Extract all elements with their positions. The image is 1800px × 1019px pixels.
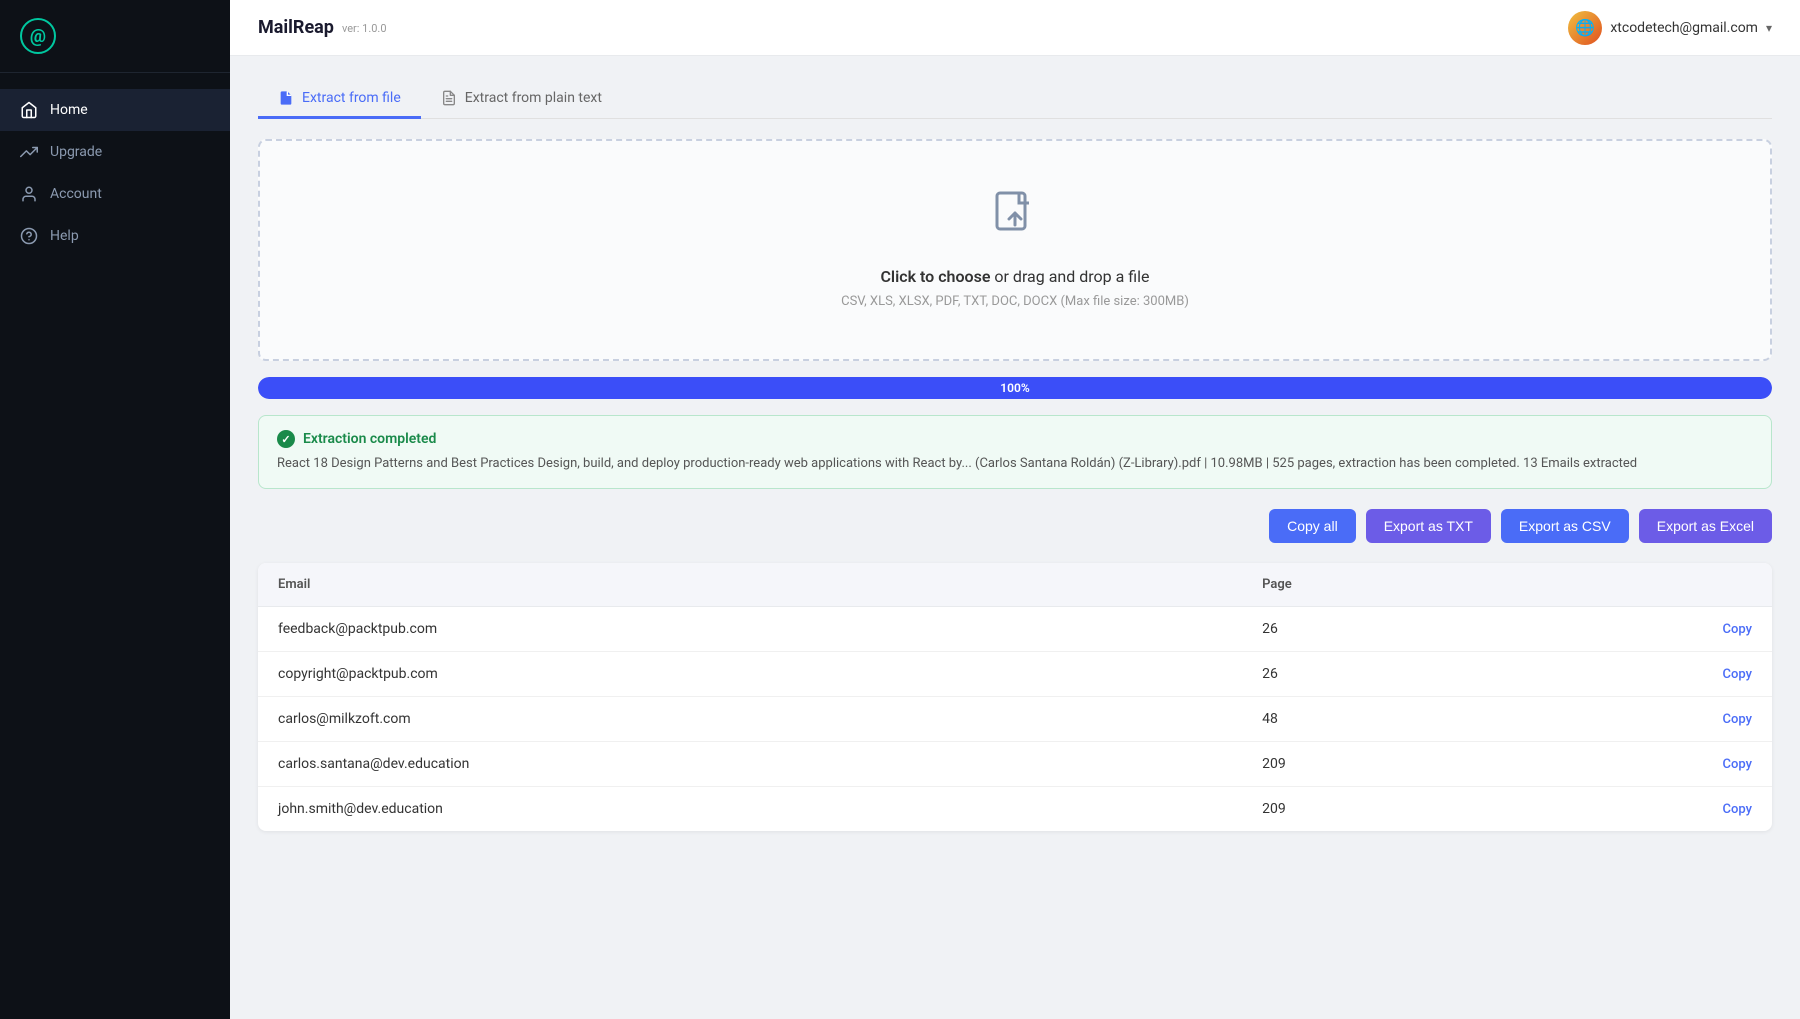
cell-email: copyright@packtpub.com <box>258 651 1242 696</box>
email-table-body: feedback@packtpub.com 26 Copy copyright@… <box>258 606 1772 831</box>
cell-copy: Copy <box>1545 786 1772 831</box>
avatar: 🌐 <box>1568 11 1602 45</box>
account-icon <box>20 185 38 203</box>
sidebar-item-account[interactable]: Account <box>0 173 230 215</box>
dropzone-hint: CSV, XLS, XLSX, PDF, TXT, DOC, DOCX (Max… <box>841 294 1189 309</box>
extraction-status-title-text: Extraction completed <box>303 431 436 447</box>
copy-row-button[interactable]: Copy <box>1723 712 1752 727</box>
tab-extract-text-label: Extract from plain text <box>465 90 602 106</box>
user-email: xtcodetech@gmail.com <box>1610 20 1758 36</box>
app-logo-icon: @ <box>20 18 56 54</box>
dropzone-click-text: Click to choose <box>880 267 990 286</box>
extraction-status-title: ✓ Extraction completed <box>277 430 1753 448</box>
cell-email: feedback@packtpub.com <box>258 606 1242 651</box>
copy-all-button[interactable]: Copy all <box>1269 509 1356 543</box>
cell-page: 209 <box>1242 741 1545 786</box>
sidebar-item-help-label: Help <box>50 228 79 244</box>
brand-version: ver: 1.0.0 <box>342 22 387 35</box>
tab-extract-file-label: Extract from file <box>302 90 401 106</box>
brand-name: MailReap <box>258 17 334 38</box>
header: MailReap ver: 1.0.0 🌐 xtcodetech@gmail.c… <box>230 0 1800 56</box>
home-icon <box>20 101 38 119</box>
table-header-row: Email Page <box>258 563 1772 607</box>
table-row: copyright@packtpub.com 26 Copy <box>258 651 1772 696</box>
cell-email: john.smith@dev.education <box>258 786 1242 831</box>
cell-email: carlos@milkzoft.com <box>258 696 1242 741</box>
sidebar-nav: Home Upgrade Account Help <box>0 73 230 1019</box>
tab-extract-text[interactable]: Extract from plain text <box>421 80 622 119</box>
copy-row-button[interactable]: Copy <box>1723 757 1752 772</box>
file-icon <box>278 90 294 106</box>
copy-row-button[interactable]: Copy <box>1723 622 1752 637</box>
extraction-status: ✓ Extraction completed React 18 Design P… <box>258 415 1772 489</box>
export-txt-button[interactable]: Export as TXT <box>1366 509 1491 543</box>
export-csv-button[interactable]: Export as CSV <box>1501 509 1629 543</box>
avatar-emoji: 🌐 <box>1575 18 1595 37</box>
upload-icon <box>991 191 1039 251</box>
cell-page: 26 <box>1242 651 1545 696</box>
action-buttons: Copy all Export as TXT Export as CSV Exp… <box>258 509 1772 543</box>
table-row: carlos@milkzoft.com 48 Copy <box>258 696 1772 741</box>
progress-bar-container: 100% <box>258 377 1772 399</box>
sidebar-item-upgrade[interactable]: Upgrade <box>0 131 230 173</box>
tab-extract-file[interactable]: Extract from file <box>258 80 421 119</box>
copy-row-button[interactable]: Copy <box>1723 667 1752 682</box>
upgrade-icon <box>20 143 38 161</box>
chevron-down-icon: ▾ <box>1766 21 1772 35</box>
cell-page: 48 <box>1242 696 1545 741</box>
cell-copy: Copy <box>1545 696 1772 741</box>
tab-bar: Extract from file Extract from plain tex… <box>258 80 1772 119</box>
content: Extract from file Extract from plain tex… <box>230 56 1800 1019</box>
copy-row-button[interactable]: Copy <box>1723 802 1752 817</box>
table-row: carlos.santana@dev.education 209 Copy <box>258 741 1772 786</box>
table-row: john.smith@dev.education 209 Copy <box>258 786 1772 831</box>
email-table: Email Page feedback@packtpub.com 26 Copy… <box>258 563 1772 831</box>
cell-email: carlos.santana@dev.education <box>258 741 1242 786</box>
col-header-page: Page <box>1242 563 1545 607</box>
extraction-status-text: React 18 Design Patterns and Best Practi… <box>277 454 1753 474</box>
main-area: MailReap ver: 1.0.0 🌐 xtcodetech@gmail.c… <box>230 0 1800 1019</box>
sidebar: @ Home Upgrade Account Help <box>0 0 230 1019</box>
table-row: feedback@packtpub.com 26 Copy <box>258 606 1772 651</box>
check-icon: ✓ <box>277 430 295 448</box>
sidebar-item-account-label: Account <box>50 186 102 202</box>
sidebar-item-help[interactable]: Help <box>0 215 230 257</box>
sidebar-logo: @ <box>0 0 230 73</box>
cell-copy: Copy <box>1545 651 1772 696</box>
sidebar-item-home-label: Home <box>50 102 88 118</box>
dropzone-drag-text: or drag and drop a file <box>990 267 1149 286</box>
cell-copy: Copy <box>1545 741 1772 786</box>
sidebar-item-home[interactable]: Home <box>0 89 230 131</box>
sidebar-item-upgrade-label: Upgrade <box>50 144 102 160</box>
user-menu[interactable]: 🌐 xtcodetech@gmail.com ▾ <box>1568 11 1772 45</box>
dropzone-text: Click to choose or drag and drop a file <box>880 267 1149 286</box>
cell-page: 26 <box>1242 606 1545 651</box>
col-header-copy <box>1545 563 1772 607</box>
progress-label: 100% <box>1000 381 1029 395</box>
text-icon <box>441 90 457 106</box>
cell-copy: Copy <box>1545 606 1772 651</box>
help-icon <box>20 227 38 245</box>
file-dropzone[interactable]: Click to choose or drag and drop a file … <box>258 139 1772 361</box>
cell-page: 209 <box>1242 786 1545 831</box>
header-brand: MailReap ver: 1.0.0 <box>258 17 387 38</box>
col-header-email: Email <box>258 563 1242 607</box>
export-excel-button[interactable]: Export as Excel <box>1639 509 1772 543</box>
